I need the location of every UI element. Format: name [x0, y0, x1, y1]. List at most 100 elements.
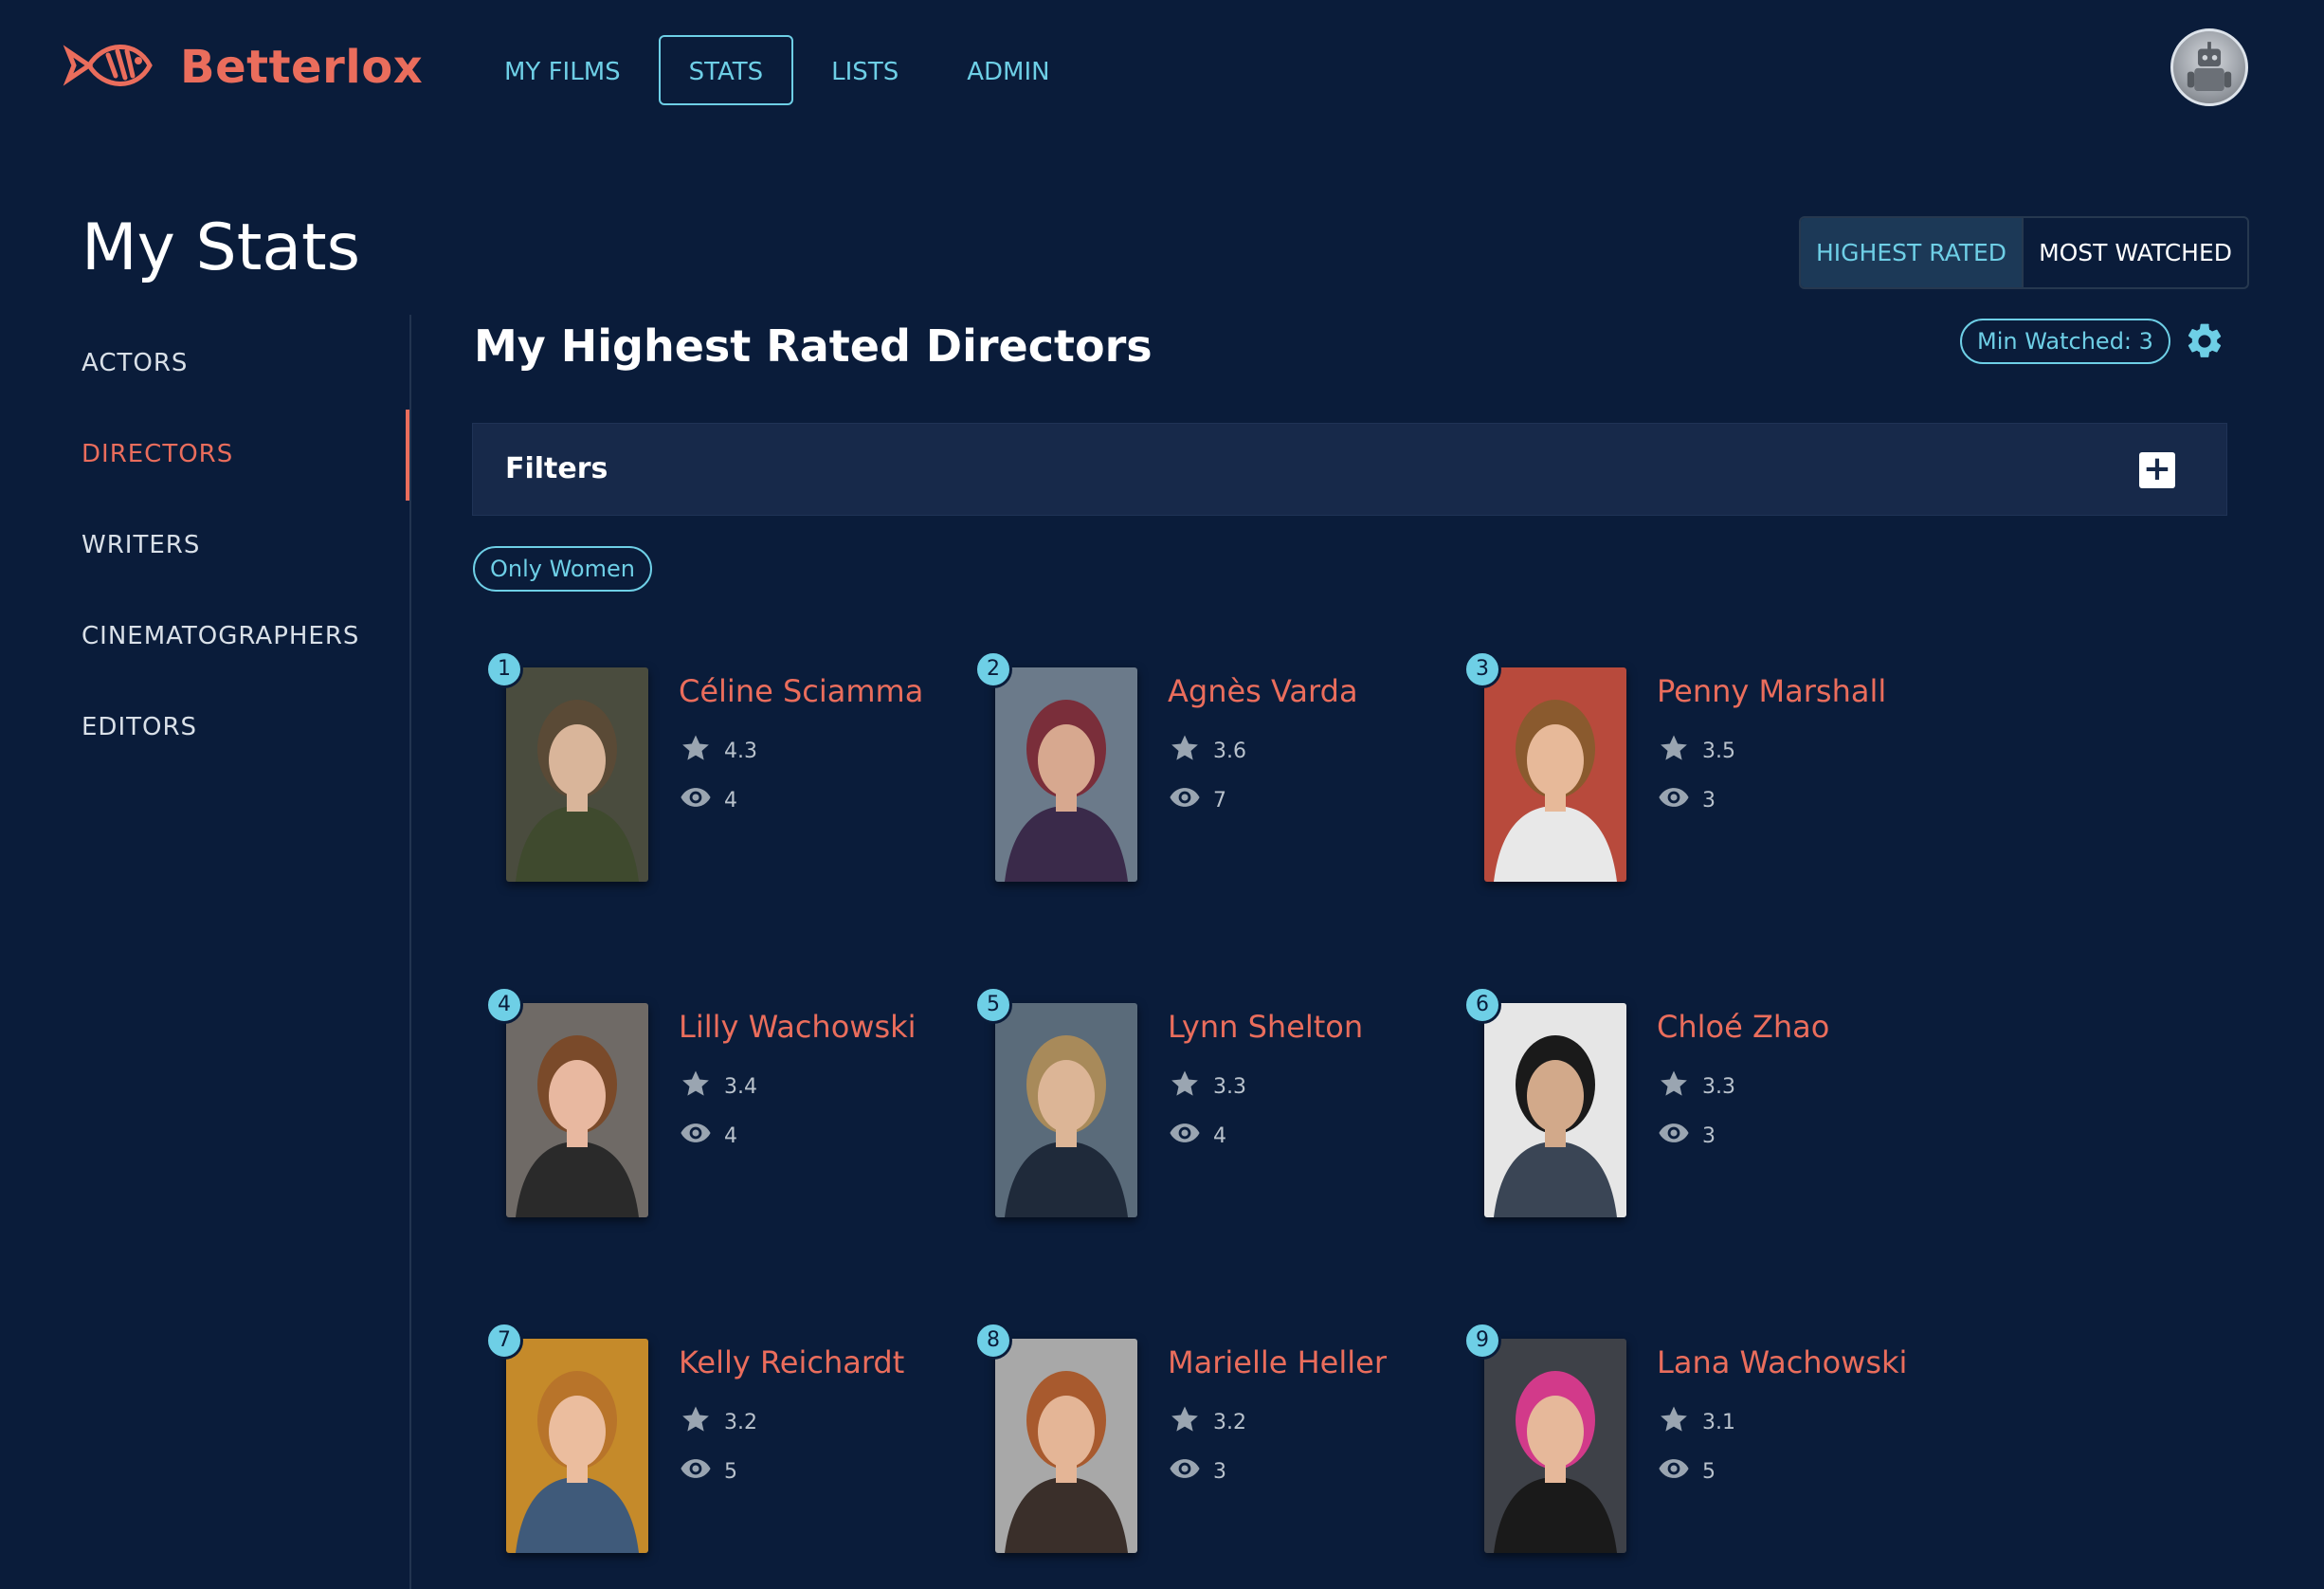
rating-value: 3.5: [1702, 739, 1735, 763]
watched-count: 4: [724, 788, 737, 813]
star-icon: [1657, 1068, 1702, 1105]
director-photo[interactable]: [506, 1339, 648, 1553]
director-name[interactable]: Marielle Heller: [1168, 1344, 1387, 1380]
watched-count: 4: [724, 1123, 737, 1148]
star-icon: [1168, 1403, 1213, 1441]
director-name[interactable]: Lynn Shelton: [1168, 1009, 1363, 1045]
stats-page: Betterlox MY FILMS STATS LISTS ADMIN My …: [0, 0, 2324, 1589]
sidebar-item-editors[interactable]: EDITORS: [82, 713, 197, 741]
nav-stats[interactable]: STATS: [658, 35, 794, 105]
rank-badge: 4: [485, 986, 523, 1024]
watched-count: 4: [1213, 1123, 1226, 1148]
director-name[interactable]: Agnès Varda: [1168, 673, 1358, 709]
director-card[interactable]: 7 Kelly Reichardt 3.2 5: [476, 1318, 950, 1564]
rating-value: 4.3: [724, 739, 757, 763]
rating-stat: 4.3: [679, 732, 757, 770]
rank-badge: 1: [485, 650, 523, 688]
rank-badge: 7: [485, 1322, 523, 1360]
director-photo[interactable]: [995, 1339, 1137, 1553]
eye-icon: [1657, 1452, 1702, 1490]
eye-icon: [1168, 1117, 1213, 1155]
user-avatar[interactable]: [2170, 28, 2248, 106]
rank-badge: 8: [974, 1322, 1012, 1360]
sidebar-item-cinematographers[interactable]: CINEMATOGRAPHERS: [82, 622, 359, 650]
director-name[interactable]: Kelly Reichardt: [679, 1344, 904, 1380]
star-icon: [679, 1403, 724, 1441]
director-name[interactable]: Chloé Zhao: [1657, 1009, 1829, 1045]
nav-lists[interactable]: LISTS: [801, 35, 929, 105]
director-photo[interactable]: [1484, 1003, 1626, 1217]
sidebar-item-directors[interactable]: DIRECTORS: [82, 440, 233, 468]
director-photo[interactable]: [995, 667, 1137, 882]
rating-stat: 3.6: [1168, 732, 1246, 770]
watched-count: 5: [1702, 1459, 1716, 1484]
filters-panel[interactable]: Filters +: [472, 423, 2227, 516]
rating-stat: 3.3: [1657, 1068, 1735, 1105]
director-photo[interactable]: [506, 667, 648, 882]
min-watched-chip[interactable]: Min Watched: 3: [1960, 319, 2170, 364]
star-icon: [679, 732, 724, 770]
director-card[interactable]: 5 Lynn Shelton 3.3 4: [965, 982, 1439, 1229]
rating-stat: 3.5: [1657, 732, 1735, 770]
plus-icon[interactable]: +: [2139, 452, 2175, 488]
star-icon: [1657, 732, 1702, 770]
watched-stat: 4: [679, 781, 737, 819]
director-card[interactable]: 9 Lana Wachowski 3.1 5: [1454, 1318, 1928, 1564]
watched-stat: 5: [1657, 1452, 1716, 1490]
sort-toggle: HIGHEST RATED MOST WATCHED: [1799, 216, 2250, 289]
director-name[interactable]: Penny Marshall: [1657, 673, 1886, 709]
director-photo[interactable]: [506, 1003, 648, 1217]
brand[interactable]: Betterlox: [61, 34, 423, 100]
nav-admin[interactable]: ADMIN: [936, 35, 1080, 105]
sidebar-item-actors[interactable]: ACTORS: [82, 349, 188, 377]
rating-value: 3.2: [724, 1410, 757, 1434]
filters-title: Filters: [505, 452, 608, 485]
most-watched-button[interactable]: MOST WATCHED: [2024, 218, 2247, 287]
sidebar-item-writers[interactable]: WRITERS: [82, 531, 200, 559]
star-icon: [1657, 1403, 1702, 1441]
rating-value: 3.3: [1702, 1074, 1735, 1099]
page-title: My Stats: [82, 210, 361, 285]
highest-rated-button[interactable]: HIGHEST RATED: [1801, 218, 2024, 287]
watched-stat: 4: [679, 1117, 737, 1155]
watched-stat: 5: [679, 1452, 737, 1490]
nav-my-films[interactable]: MY FILMS: [474, 35, 651, 105]
rank-badge: 3: [1463, 650, 1501, 688]
watched-count: 5: [724, 1459, 737, 1484]
watched-stat: 4: [1168, 1117, 1226, 1155]
director-card[interactable]: 2 Agnès Varda 3.6 7: [965, 647, 1439, 893]
rank-badge: 2: [974, 650, 1012, 688]
stats-sidebar: ACTORS DIRECTORS WRITERS CINEMATOGRAPHER…: [0, 315, 411, 1589]
rating-value: 3.2: [1213, 1410, 1246, 1434]
rating-stat: 3.2: [1168, 1403, 1246, 1441]
director-name[interactable]: Céline Sciamma: [679, 673, 923, 709]
director-card[interactable]: 1 Céline Sciamma 4.3 4: [476, 647, 950, 893]
star-icon: [1168, 732, 1213, 770]
director-card[interactable]: 3 Penny Marshall 3.5 3: [1454, 647, 1928, 893]
rating-stat: 3.2: [679, 1403, 757, 1441]
eye-icon: [1168, 1452, 1213, 1490]
director-card[interactable]: 8 Marielle Heller 3.2 3: [965, 1318, 1439, 1564]
fish-logo-icon: [61, 34, 154, 100]
director-card[interactable]: 4 Lilly Wachowski 3.4 4: [476, 982, 950, 1229]
watched-stat: 3: [1168, 1452, 1226, 1490]
director-photo[interactable]: [995, 1003, 1137, 1217]
watched-count: 3: [1702, 1123, 1716, 1148]
gear-icon[interactable]: [2184, 320, 2225, 362]
director-photo[interactable]: [1484, 1339, 1626, 1553]
eye-icon: [679, 1117, 724, 1155]
rating-stat: 3.4: [679, 1068, 757, 1105]
director-photo[interactable]: [1484, 667, 1626, 882]
watched-stat: 7: [1168, 781, 1226, 819]
director-name[interactable]: Lana Wachowski: [1657, 1344, 1907, 1380]
watched-stat: 3: [1657, 1117, 1716, 1155]
director-name[interactable]: Lilly Wachowski: [679, 1009, 917, 1045]
rating-value: 3.3: [1213, 1074, 1246, 1099]
rating-value: 3.6: [1213, 739, 1246, 763]
watched-count: 3: [1702, 788, 1716, 813]
watched-count: 3: [1213, 1459, 1226, 1484]
brand-name: Betterlox: [180, 41, 424, 94]
director-card[interactable]: 6 Chloé Zhao 3.3 3: [1454, 982, 1928, 1229]
watched-stat: 3: [1657, 781, 1716, 819]
only-women-chip[interactable]: Only Women: [473, 546, 652, 592]
